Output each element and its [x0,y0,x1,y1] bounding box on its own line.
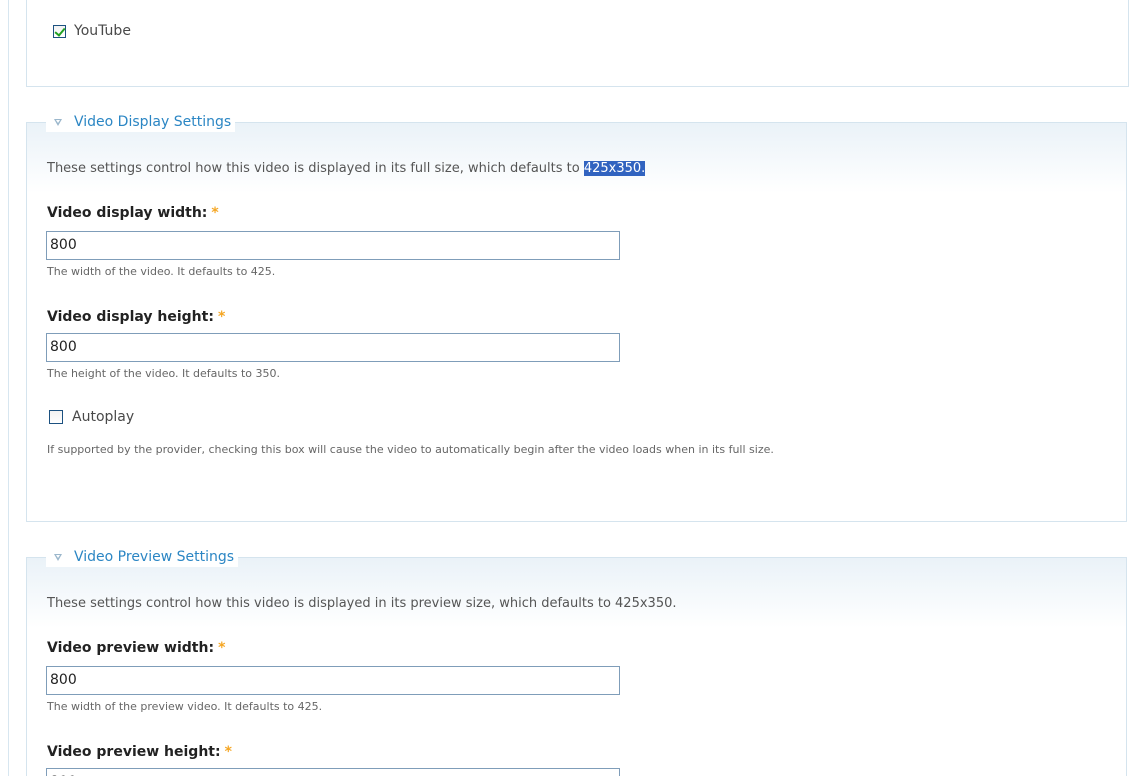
required-marker: * [224,744,232,760]
autoplay-label[interactable]: Autoplay [72,409,134,425]
display-height-help: The height of the video. It defaults to … [47,367,281,380]
preview-width-label-text: Video preview width: [47,640,215,656]
legend-label[interactable]: Video Display Settings [74,114,231,130]
preview-description: These settings control how this video is… [47,596,677,611]
preview-width-label: Video preview width: * [47,640,225,656]
page: YouTube Video Display Settings These set… [0,0,1146,776]
preview-height-label-text: Video preview height: [47,744,221,760]
providers-fieldset [26,0,1129,87]
video-preview-settings-legend[interactable]: Video Preview Settings [46,547,239,567]
preview-height-input[interactable]: 800 [46,768,620,776]
selected-text: 425x350. [583,161,646,176]
display-description: These settings control how this video is… [47,161,646,176]
left-divider [8,0,9,776]
video-display-settings-fieldset: Video Display Settings These settings co… [26,112,1127,522]
display-width-label: Video display width: * [47,205,219,221]
autoplay-help: If supported by the provider, checking t… [47,443,774,456]
display-width-label-text: Video display width: [47,205,208,221]
video-display-settings-legend[interactable]: Video Display Settings [46,112,236,132]
youtube-label[interactable]: YouTube [74,23,131,39]
display-height-input[interactable]: 800 [46,333,620,362]
collapse-triangle-icon[interactable] [54,553,62,561]
video-preview-settings-fieldset: Video Preview Settings These settings co… [26,547,1127,776]
preview-width-help: The width of the preview video. It defau… [47,700,323,713]
youtube-option[interactable]: YouTube [53,23,131,39]
legend-label[interactable]: Video Preview Settings [74,549,234,565]
autoplay-checkbox[interactable] [49,410,63,424]
preview-height-label: Video preview height: * [47,744,232,760]
display-width-input[interactable]: 800 [46,231,620,260]
autoplay-option[interactable]: Autoplay [49,409,134,425]
required-marker: * [218,640,226,656]
required-marker: * [211,205,219,221]
preview-width-input[interactable]: 800 [46,666,620,695]
youtube-checkbox[interactable] [53,24,66,38]
collapse-triangle-icon[interactable] [54,118,62,126]
display-height-label: Video display height: * [47,309,225,325]
display-width-help: The width of the video. It defaults to 4… [47,265,276,278]
display-height-label-text: Video display height: [47,309,214,325]
display-description-text: These settings control how this video is… [47,161,584,176]
required-marker: * [217,309,226,325]
